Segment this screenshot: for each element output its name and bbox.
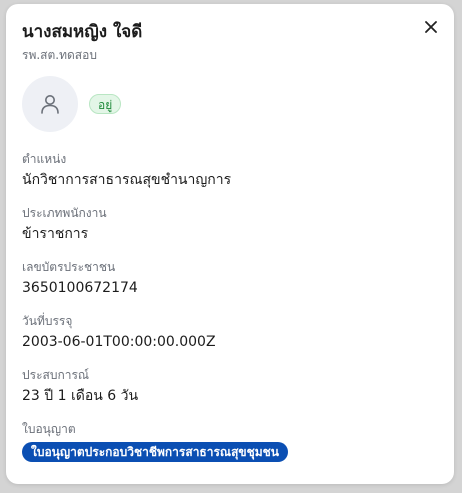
field-label: ตำแหน่ง [22,152,67,166]
field-employee-type: ประเภทพนักงาน ข้าราชการ [22,205,107,243]
field-position: ตำแหน่ง นักวิชาการสาธารณสุขชำนาญการ [22,151,231,189]
field-start-date: วันที่บรรจุ 2003-06-01T00:00:00.000Z [22,313,216,351]
field-value: 3650100672174 [22,280,138,296]
status-badge: อยู่ [89,94,122,114]
person-icon [41,95,59,114]
field-value: 23 ปี 1 เดือน 6 วัน [22,388,139,404]
close-button[interactable] [420,16,442,38]
field-label: ประสบการณ์ [22,368,90,382]
field-label: วันที่บรรจุ [22,314,73,328]
close-icon [425,21,437,33]
field-experience: ประสบการณ์ 23 ปี 1 เดือน 6 วัน [22,367,138,405]
field-license: ใบอนุญาต ใบอนุญาตประกอบวิชาชีพการสาธารณส… [22,421,288,462]
field-label: ประเภทพนักงาน [22,206,107,220]
field-value: ข้าราชการ [22,226,89,242]
field-label: ใบอนุญาต [22,422,76,436]
field-citizen-id: เลขบัตรประชาชน 3650100672174 [22,259,138,297]
employee-detail-dialog: นางสมหญิง ใจดี รพ.สต.ทดสอบ อยู่ ตำแหน่ง … [6,4,454,484]
license-chip: ใบอนุญาตประกอบวิชาชีพการสาธารณสุขชุมชน [22,442,288,462]
dialog-subtitle: รพ.สต.ทดสอบ [22,48,97,62]
field-value: 2003-06-01T00:00:00.000Z [22,334,216,350]
dialog-title: นางสมหญิง ใจดี [22,22,143,42]
field-label: เลขบัตรประชาชน [22,260,116,274]
avatar [22,76,78,132]
field-value: นักวิชาการสาธารณสุขชำนาญการ [22,172,232,188]
